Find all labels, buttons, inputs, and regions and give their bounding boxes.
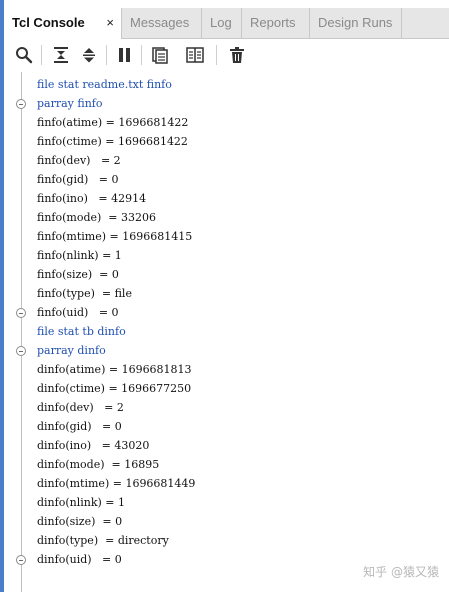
tab-label: Tcl Console (12, 15, 85, 30)
console-output-line: dinfo(size) = 0 (37, 515, 123, 528)
fold-toggle-icon[interactable] (16, 308, 26, 318)
tab-label: Reports (250, 15, 296, 30)
fold-guide-line (21, 72, 22, 592)
console-output-line: dinfo(uid) = 0 (37, 553, 122, 566)
tab-label: Messages (130, 15, 190, 30)
fold-toggle-icon[interactable] (16, 99, 26, 109)
fold-toggle-icon[interactable] (16, 555, 26, 565)
pause-icon[interactable] (115, 45, 135, 65)
console-output-line: dinfo(ino) = 43020 (37, 439, 150, 452)
console-command-line: parray dinfo (37, 344, 106, 357)
tab-tcl-console[interactable]: Tcl Console × (4, 8, 122, 39)
console-output-line: finfo(mtime) = 1696681415 (37, 230, 193, 243)
watermark: 知乎 @猿又猿 (363, 565, 439, 579)
console-output-line: dinfo(dev) = 2 (37, 401, 124, 414)
tcl-console-window: Tcl Console × Messages Log Reports Desig… (0, 0, 449, 592)
toolbar-divider (141, 45, 142, 65)
console-output-line: dinfo(atime) = 1696681813 (37, 363, 192, 376)
tab-bar: Tcl Console × Messages Log Reports Desig… (4, 8, 449, 39)
console-output-line: finfo(ino) = 42914 (37, 192, 147, 205)
delete-icon[interactable] (227, 45, 247, 65)
close-icon[interactable]: × (106, 8, 114, 38)
tab-messages[interactable]: Messages (122, 8, 202, 38)
console-command-line: file stat readme.txt finfo (37, 78, 172, 91)
console-output-line: finfo(ctime) = 1696681422 (37, 135, 188, 148)
console-output-line: dinfo(nlink) = 1 (37, 496, 125, 509)
fold-toggle-icon[interactable] (16, 346, 26, 356)
tab-design-runs[interactable]: Design Runs (310, 8, 402, 38)
console-output[interactable]: file stat readme.txt finfo parray finfo fi… (4, 72, 449, 592)
console-output-line: finfo(atime) = 1696681422 (37, 116, 189, 129)
console-output-line: finfo(type) = file (37, 287, 132, 300)
toolbar-divider (106, 45, 107, 65)
console-output-line: finfo(gid) = 0 (37, 173, 119, 186)
toolbar-divider (41, 45, 42, 65)
console-command-line: parray finfo (37, 97, 103, 110)
console-output-line: dinfo(ctime) = 1696677250 (37, 382, 192, 395)
console-command-line: file stat tb dinfo (37, 325, 126, 338)
console-output-line: dinfo(mtime) = 1696681449 (37, 477, 196, 490)
console-output-line: finfo(uid) = 0 (37, 306, 119, 319)
search-icon[interactable] (14, 45, 34, 65)
console-output-line: dinfo(gid) = 0 (37, 420, 122, 433)
tab-label: Design Runs (318, 15, 393, 30)
console-output-line: finfo(nlink) = 1 (37, 249, 122, 262)
tab-label: Log (210, 15, 232, 30)
console-toolbar (4, 39, 449, 71)
columns-icon[interactable] (185, 45, 205, 65)
copy-icon[interactable] (150, 45, 170, 65)
collapse-all-icon[interactable] (51, 45, 71, 65)
console-output-line: finfo(size) = 0 (37, 268, 119, 281)
console-output-line: finfo(mode) = 33206 (37, 211, 157, 224)
expand-all-icon[interactable] (79, 45, 99, 65)
tab-log[interactable]: Log (202, 8, 242, 38)
console-output-line: finfo(dev) = 2 (37, 154, 121, 167)
console-output-line: dinfo(type) = directory (37, 534, 169, 547)
tab-reports[interactable]: Reports (242, 8, 310, 38)
toolbar-divider (216, 45, 217, 65)
console-output-line: dinfo(mode) = 16895 (37, 458, 160, 471)
